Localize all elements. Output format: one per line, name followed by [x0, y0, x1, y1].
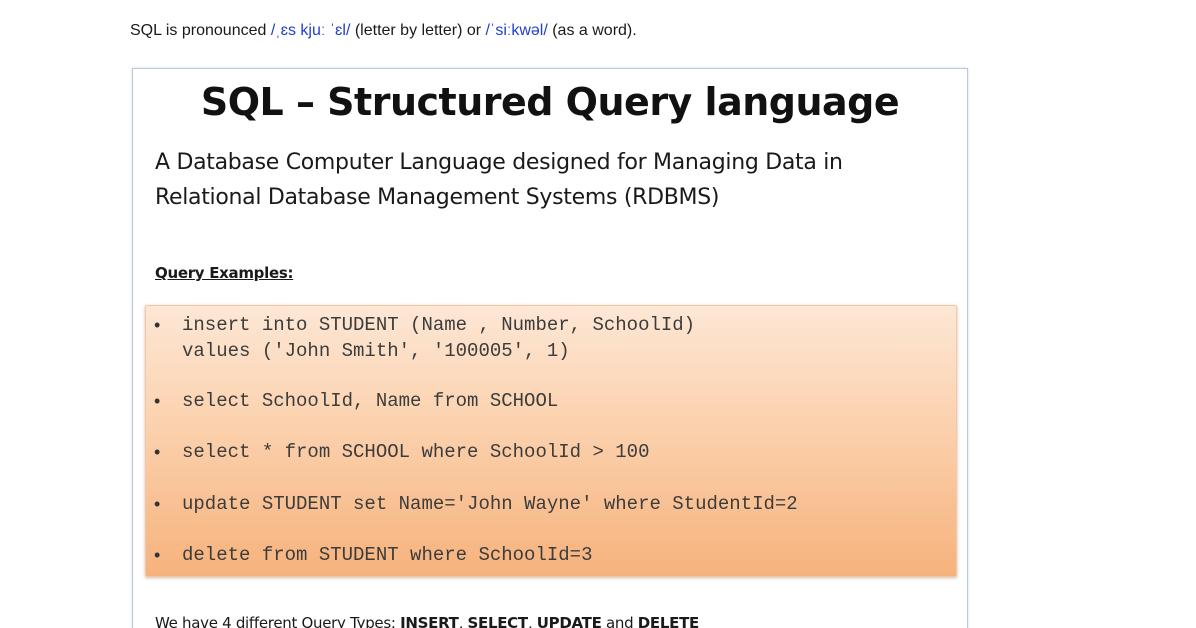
- pronunciation-suffix: (as a word).: [547, 22, 637, 39]
- query-code: select * from SCHOOL where SchoolId > 10…: [182, 441, 650, 463]
- query-list: • insert into STUDENT (Name , Number, Sc…: [146, 306, 956, 576]
- slide-subtitle: A Database Computer Language designed fo…: [155, 150, 843, 210]
- query-types-summary: We have 4 different Query Types: INSERT,…: [155, 613, 699, 628]
- bullet-icon: •: [154, 545, 161, 565]
- query-examples-heading: Query Examples:: [155, 264, 294, 282]
- summary-prefix: We have 4 different Query Types:: [155, 614, 401, 628]
- query-examples-box: • insert into STUDENT (Name , Number, Sc…: [145, 305, 957, 577]
- query-type-update: UPDATE: [536, 614, 602, 628]
- query-type-select: SELECT: [467, 614, 529, 628]
- pronunciation-prefix: SQL is pronounced: [130, 22, 271, 39]
- summary-separator: ,: [458, 614, 468, 628]
- bullet-icon: •: [154, 315, 161, 335]
- query-code: select SchoolId, Name from SCHOOL: [182, 390, 559, 412]
- bullet-icon: •: [154, 391, 161, 411]
- ipa-as-word-link[interactable]: /ˈsiːkwəl/: [486, 22, 548, 39]
- query-type-insert: INSERT: [400, 614, 459, 628]
- query-code: update STUDENT set Name='John Wayne' whe…: [182, 493, 798, 515]
- query-type-delete: DELETE: [637, 614, 699, 628]
- slide-title: SQL – Structured Query language: [200, 80, 900, 124]
- pronunciation-line: SQL is pronounced /ˌɛs kjuː ˈɛl/ (letter…: [130, 20, 637, 42]
- ipa-letter-by-letter-link[interactable]: /ˌɛs kjuː ˈɛl/: [271, 22, 351, 39]
- bullet-icon: •: [154, 442, 161, 462]
- query-code: insert into STUDENT (Name , Number, Scho…: [182, 314, 696, 362]
- slide-image: SQL – Structured Query language A Databa…: [132, 68, 968, 628]
- bullet-icon: •: [154, 494, 161, 514]
- summary-separator: ,: [527, 614, 537, 628]
- pronunciation-middle: (letter by letter) or: [350, 22, 486, 39]
- query-code: delete from STUDENT where SchoolId=3: [182, 544, 593, 566]
- summary-separator: and: [601, 614, 638, 628]
